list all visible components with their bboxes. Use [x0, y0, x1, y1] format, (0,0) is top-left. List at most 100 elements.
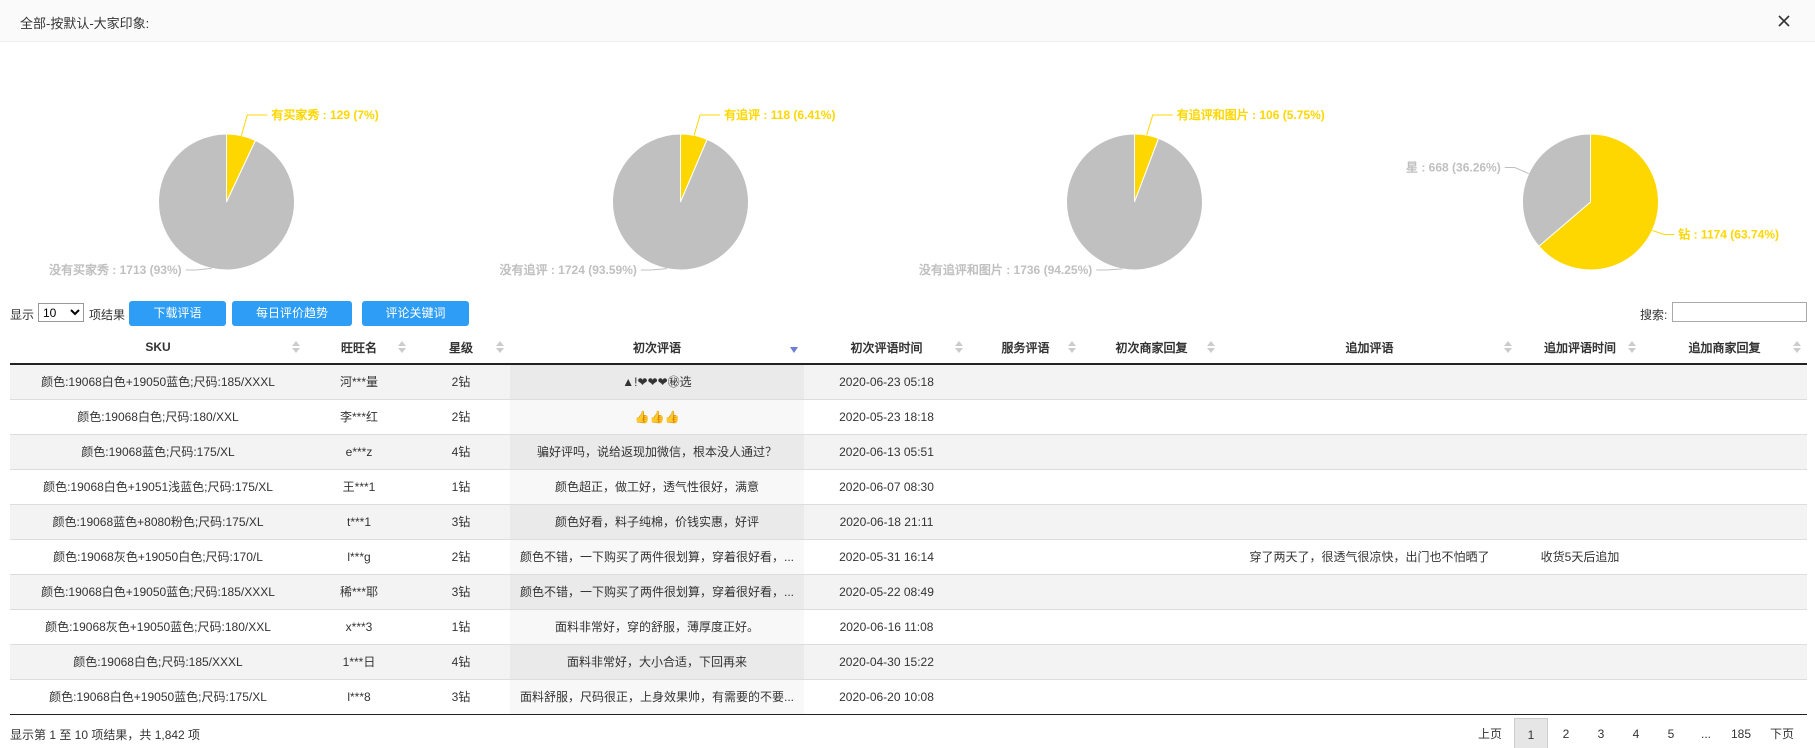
sort-desc-icon[interactable] — [790, 340, 798, 354]
download-reviews-button[interactable]: 下载评语 — [129, 301, 226, 326]
table-cell — [1642, 503, 1807, 539]
table-cell — [969, 503, 1082, 539]
table-cell: 👍👍👍 — [510, 398, 804, 434]
table-cell — [1642, 433, 1807, 469]
table-cell: 2020-06-20 10:08 — [804, 678, 969, 715]
table-cell — [1518, 678, 1642, 715]
table-cell: 2020-04-30 15:22 — [804, 643, 969, 679]
column-header-label: 追加评语时间 — [1543, 340, 1616, 355]
column-header-label: 初次商家回复 — [1115, 340, 1188, 355]
table-cell — [1518, 573, 1642, 609]
table-cell: 颜色:19068灰色+19050蓝色;尺码:180/XXL — [10, 608, 306, 644]
pie-slice-no — [612, 133, 749, 271]
table-cell — [969, 398, 1082, 434]
table-cell: 2020-05-23 18:18 — [804, 398, 969, 434]
table-cell — [1642, 363, 1807, 399]
table-cell — [1518, 608, 1642, 644]
table-row: 颜色:19068蓝色+8080粉色;尺码:175/XL t***1 3钻 颜色好看，料… — [10, 503, 1807, 539]
table-cell — [1082, 503, 1221, 539]
page-button[interactable]: 3 — [1584, 718, 1618, 748]
table-cell: ▲!❤❤❤㊙选 — [510, 363, 804, 399]
pie-label-no: 星 : 668 (36.26%) — [1406, 161, 1501, 175]
column-header[interactable]: 初次评语 — [510, 331, 804, 365]
pagination: 上页 1 2 3 4 5... 185 下页 — [1467, 718, 1806, 748]
table-cell: 颜色好看，料子纯棉，价钱实惠，好评 — [510, 503, 804, 539]
leader-line-no — [185, 267, 212, 271]
table-cell — [969, 608, 1082, 644]
column-header-label: 追加评语 — [1345, 340, 1394, 355]
sort-icon[interactable] — [1628, 340, 1636, 354]
column-header[interactable]: 追加商家回复 — [1642, 331, 1807, 365]
column-header[interactable]: 追加评语时间 — [1518, 331, 1642, 365]
table-cell: 2020-06-18 21:11 — [804, 503, 969, 539]
table-cell — [1221, 573, 1518, 609]
sort-icon[interactable] — [1207, 340, 1215, 354]
column-header-label: 初次评语时间 — [850, 340, 923, 355]
table-cell — [1082, 398, 1221, 434]
page-button[interactable]: 5 — [1654, 718, 1688, 748]
sort-icon[interactable] — [398, 340, 406, 354]
table-cell — [1221, 398, 1518, 434]
table-cell — [969, 643, 1082, 679]
dialog-title: 全部-按默认-大家印象: — [20, 16, 150, 31]
review-keywords-button[interactable]: 评论关键词 — [362, 301, 469, 326]
table-cell — [1082, 433, 1221, 469]
pie-chart-follow-up: 有追评 : 118 (6.41%) 没有追评 : 1724 (93.59%) — [500, 107, 836, 277]
page-button[interactable]: 185 — [1724, 718, 1758, 748]
sort-icon[interactable] — [496, 340, 504, 354]
page-button[interactable]: 2 — [1549, 718, 1583, 748]
search-input[interactable] — [1672, 302, 1807, 322]
column-header-label: 服务评语 — [1001, 340, 1050, 355]
pie-chart-rating-level: 钻 : 1174 (63.74%) 星 : 668 (36.26%) — [1406, 133, 1779, 271]
column-header[interactable]: 追加评语 — [1221, 331, 1518, 365]
column-header[interactable]: 初次商家回复 — [1082, 331, 1221, 365]
table-cell — [1642, 468, 1807, 504]
pie-chart-follow-up-images: 有追评和图片 : 106 (5.75%) 没有追评和图片 : 1736 (94.… — [919, 107, 1325, 277]
sort-icon[interactable] — [1504, 340, 1512, 354]
table-cell: 1钻 — [412, 608, 510, 644]
charts-area: 有买家秀 : 129 (7%) 没有买家秀 : 1713 (93%) 有追评 :… — [0, 80, 1815, 300]
table-cell: 2020-06-07 08:30 — [804, 468, 969, 504]
sort-icon[interactable] — [1793, 340, 1801, 354]
column-header[interactable]: 服务评语 — [969, 331, 1082, 365]
table-cell: 河***量 — [306, 363, 412, 399]
page-button[interactable]: 4 — [1619, 718, 1653, 748]
table-cell: 3钻 — [412, 503, 510, 539]
table-row: 颜色:19068蓝色;尺码:175/XL e***z 4钻 骗好评吗，说给返现加微信，… — [10, 433, 1807, 469]
sort-icon[interactable] — [1068, 340, 1076, 354]
table-row: 颜色:19068白色+19051浅蓝色;尺码:175/XL 王***1 1钻 颜色超正… — [10, 468, 1807, 504]
table-cell — [1642, 538, 1807, 574]
page-size-select[interactable]: 10 — [38, 303, 84, 322]
column-header-label: 旺旺名 — [340, 340, 377, 355]
page-button[interactable]: 1 — [1514, 718, 1548, 748]
prev-page-button[interactable]: 上页 — [1467, 718, 1513, 748]
table-row: 颜色:19068白色;尺码:180/XXL 李***红 2钻 👍👍👍 2020-05-2… — [10, 398, 1807, 434]
table-cell: 颜色:19068白色+19050蓝色;尺码:175/XL — [10, 678, 306, 715]
table-cell — [1221, 503, 1518, 539]
table-cell — [1082, 363, 1221, 399]
table-cell: 稀***耶 — [306, 573, 412, 609]
table-cell — [1221, 608, 1518, 644]
table-header-row: SKU 旺旺名 星级 初次评语 初次评语时间 服务评语 初次商家回复 追加评语 追加评语时间 追加… — [10, 331, 1807, 365]
table-cell: 颜色:19068白色;尺码:185/XXXL — [10, 643, 306, 679]
sort-icon[interactable] — [955, 340, 963, 354]
close-icon[interactable] — [1771, 8, 1797, 34]
leader-line-no — [640, 268, 667, 271]
table-cell: 面料舒服，尺码很正，上身效果帅，有需要的不要... — [510, 678, 804, 715]
table-cell — [1082, 608, 1221, 644]
column-header[interactable]: 星级 — [412, 331, 510, 365]
next-page-button[interactable]: 下页 — [1759, 718, 1805, 748]
table-cell: 颜色不错，一下购买了两件很划算，穿着很好看，... — [510, 573, 804, 609]
column-header[interactable]: 初次评语时间 — [804, 331, 969, 365]
table-cell — [1518, 398, 1642, 434]
daily-trend-button[interactable]: 每日评价趋势 — [232, 301, 352, 326]
column-header[interactable]: SKU — [10, 331, 306, 365]
sort-icon[interactable] — [292, 340, 300, 354]
table-cell — [1082, 643, 1221, 679]
leader-line-yes — [1146, 114, 1173, 136]
column-header[interactable]: 旺旺名 — [306, 331, 412, 365]
table-cell: 面料非常好，大小合适，下回再来 — [510, 643, 804, 679]
pie-chart-buyer-show: 有买家秀 : 129 (7%) 没有买家秀 : 1713 (93%) — [49, 107, 379, 277]
table-cell — [1221, 468, 1518, 504]
dialog-header: 全部-按默认-大家印象: — [0, 0, 1815, 42]
